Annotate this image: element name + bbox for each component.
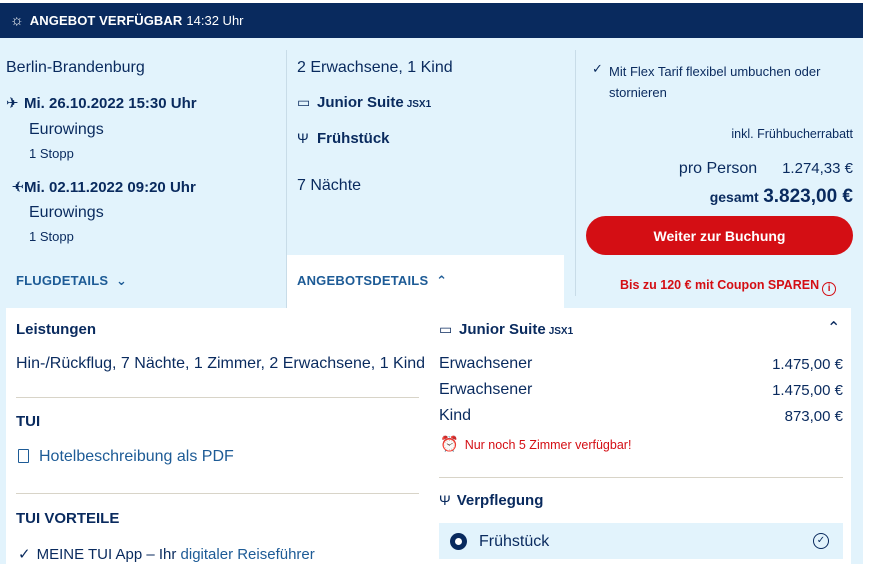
per-person-label: pro Person [678,160,758,177]
room-detail-header: ▭ Junior Suite JSX1 [439,321,573,339]
flex-tariff-text: Mit Flex Tarif flexibel umbuchen oder st… [609,61,849,103]
coupon-text: Bis zu 120 € mit Coupon SPAREN [620,278,820,292]
offer-details-link[interactable]: ANGEBOTSDETAILS ⌃ [297,273,447,289]
outbound-stops: 1 Stopp [29,146,74,161]
inbound-flight: ✈Mi. 02.11.2022 09:20 Uhr [6,178,196,197]
check-icon: ✓ [18,546,31,563]
inbound-airline: Eurowings [29,204,104,221]
cutlery-icon: Ψ [297,130,309,146]
nights: 7 Nächte [297,177,362,194]
offer-title: ANGEBOT VERFÜGBAR [29,13,183,28]
services-title: Leistungen [16,321,97,338]
tui-benefits-title: TUI VORTEILE [16,510,120,527]
departure-airport: Berlin-Brandenburg [6,59,145,76]
board-row: Ψ Frühstück [297,130,390,148]
column-divider [575,50,576,296]
hotel-pdf-label: Hotelbeschreibung als PDF [39,448,234,465]
per-person-row: pro Person 1.274,33 € [679,160,853,178]
benefit-prefix: MEINE TUI App – Ihr [36,546,181,563]
sun-icon: ☼ [10,12,24,29]
room-detail-name: Junior Suite [459,321,546,338]
outbound-flight: ✈ Mi. 26.10.2022 15:30 Uhr [6,94,197,113]
price-value: 1.475,00 € [772,382,843,399]
tui-title: TUI [16,413,41,430]
price-value: 1.475,00 € [772,356,843,373]
plane-outbound-icon: ✈ [6,95,19,112]
room-detail-code: JSX1 [548,326,574,337]
flight-details-label: FLUGDETAILS [16,273,109,288]
per-person-value: 1.274,33 € [782,160,853,177]
divider [439,477,843,478]
bed-icon: ▭ [297,94,311,110]
total-value: 3.823,00 € [763,186,853,207]
availability-text: Nur noch 5 Zimmer verfügbar! [464,438,632,452]
total-row: gesamt 3.823,00 € [710,186,853,208]
chevron-down-icon: ⌄ [116,273,128,288]
info-icon[interactable]: i [822,282,837,296]
board-option-label: Frühstück [479,533,550,550]
outbound-airline: Eurowings [29,121,104,138]
board-header: Ψ Verpflegung [439,492,543,510]
chevron-up-icon: ⌃ [436,273,448,288]
services-text: Hin-/Rückflug, 7 Nächte, 1 Zimmer, 2 Erw… [16,355,426,372]
digital-guide-link[interactable]: digitaler Reiseführer [181,546,315,563]
travellers: 2 Erwachsene, 1 Kind [297,59,453,76]
flight-details-link[interactable]: FLUGDETAILS ⌄ [16,273,127,289]
divider [16,397,419,398]
early-bird-note: inkl. Frühbucherrabatt [731,127,853,141]
price-label: Erwachsener [439,355,533,372]
radio-selected-icon[interactable] [450,533,467,550]
hotel-pdf-link[interactable]: Hotelbeschreibung als PDF [18,448,234,466]
availability-warning: ⏰ Nur noch 5 Zimmer verfügbar! [440,435,631,454]
coupon-link[interactable]: Bis zu 120 € mit Coupon SPAREN i [620,278,837,296]
outbound-datetime: Mi. 26.10.2022 15:30 Uhr [24,95,197,112]
offer-header: ☼ ANGEBOT VERFÜGBAR 14:32 Uhr [0,3,863,38]
room-row: ▭ Junior Suite JSX1 [297,94,431,112]
board-name: Frühstück [317,130,390,147]
document-icon [18,449,29,463]
board-title: Verpflegung [456,492,544,509]
continue-booking-button[interactable]: Weiter zur Buchung [586,216,853,255]
total-label: gesamt [709,189,759,205]
alarm-clock-icon: ⏰ [440,436,459,453]
room-name: Junior Suite [317,94,404,111]
collapse-chevron-icon[interactable]: ⌃ [827,318,840,338]
room-code: JSX1 [406,99,432,110]
check-circle-icon: ✓ [813,533,829,549]
divider [16,493,419,494]
price-label: Erwachsener [439,381,533,398]
inbound-datetime: Mi. 02.11.2022 09:20 Uhr [24,179,196,196]
offer-time: 14:32 Uhr [186,13,244,28]
bed-icon: ▭ [439,321,453,337]
flex-check-icon: ✓ [592,61,603,76]
cutlery-icon: Ψ [439,492,451,508]
flex-line-1: Mit Flex Tarif flexibel umbuchen oder [609,64,821,79]
price-label: Kind [439,407,472,424]
plane-inbound-icon: ✈ [11,179,24,196]
offer-details-label: ANGEBOTSDETAILS [297,273,429,288]
inbound-stops: 1 Stopp [29,229,74,244]
price-value: 873,00 € [784,408,843,425]
tui-benefit-item: ✓ MEINE TUI App – Ihr digitaler Reiseführ… [18,545,315,563]
flex-line-2: stornieren [609,85,667,100]
